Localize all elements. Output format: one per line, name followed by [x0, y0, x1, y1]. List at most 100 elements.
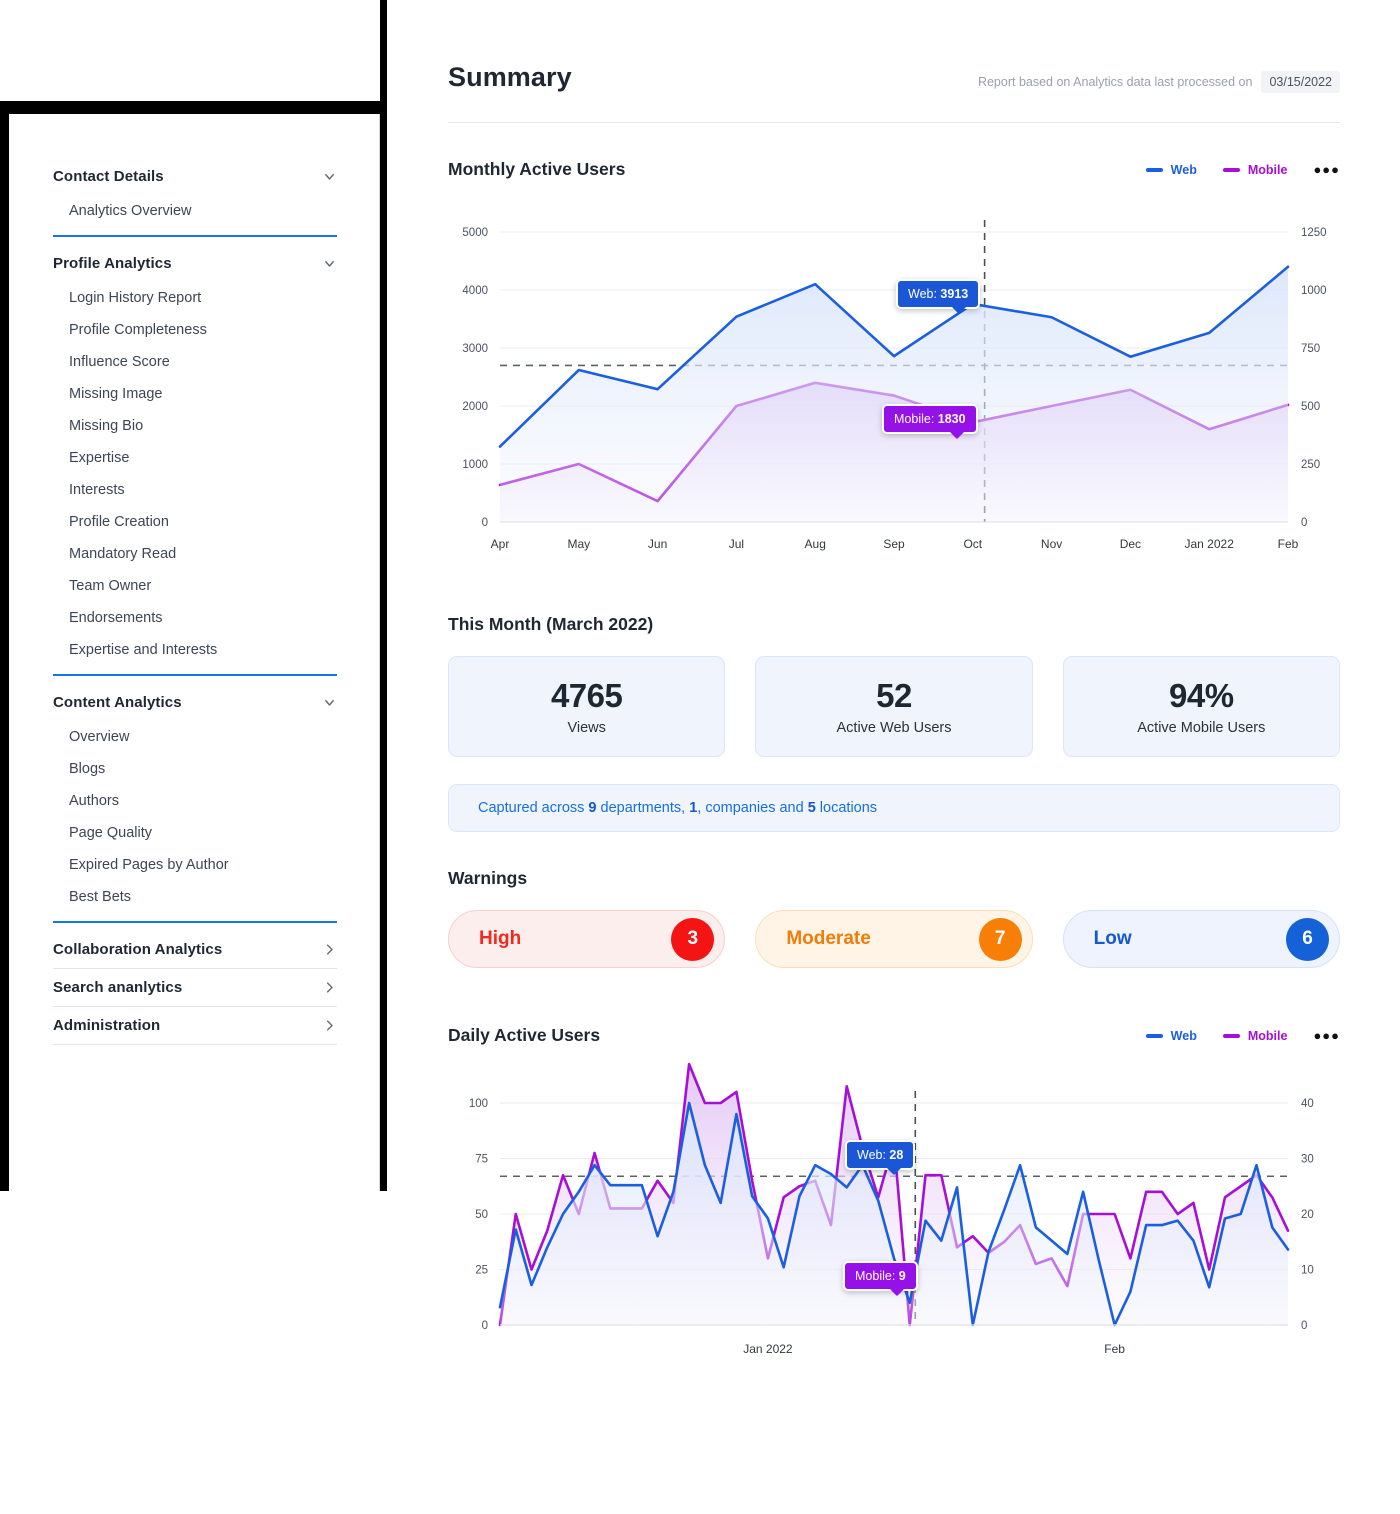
sidebar-group-label: Collaboration Analytics [53, 941, 223, 958]
sidebar-group-header-collaboration-analytics[interactable]: Collaboration Analytics [53, 931, 337, 968]
sidebar-item-login-history-report[interactable]: Login History Report [53, 282, 337, 314]
legend-item-mobile-daily[interactable]: Mobile [1222, 1029, 1287, 1043]
chevron-down-icon[interactable] [322, 695, 337, 710]
monthly-active-users-chart[interactable]: 0 1000 2000 3000 4000 5000 0 250 500 750 1000 1250 A… [448, 194, 1340, 584]
sidebar-item-interests[interactable]: Interests [53, 474, 337, 506]
svg-text:75: 75 [475, 1154, 488, 1166]
sidebar-group-accent-divider [53, 674, 337, 676]
capture-summary-bar: Captured across 9 departments, 1, compan… [448, 784, 1340, 832]
sidebar-group-header-administration[interactable]: Administration [53, 1007, 337, 1044]
legend-swatch-mobile-icon [1222, 1033, 1240, 1038]
sidebar-item-blogs[interactable]: Blogs [53, 753, 337, 785]
sidebar-item-profile-creation[interactable]: Profile Creation [53, 506, 337, 538]
sidebar-item-endorsements[interactable]: Endorsements [53, 602, 337, 634]
sidebar-item-best-bets[interactable]: Best Bets [53, 881, 337, 913]
svg-text:Apr: Apr [491, 537, 510, 551]
svg-text:250: 250 [1301, 459, 1320, 471]
legend-item-web-daily[interactable]: Web [1145, 1029, 1197, 1043]
sidebar-item-overview[interactable]: Overview [53, 721, 337, 753]
chevron-right-icon[interactable] [322, 980, 337, 995]
svg-text:Nov: Nov [1041, 537, 1062, 551]
tooltip-prefix: Mobile: [894, 412, 938, 426]
chevron-down-icon[interactable] [322, 256, 337, 271]
capture-departments-count: 9 [588, 800, 597, 816]
chevron-right-icon[interactable] [322, 942, 337, 957]
svg-text:10: 10 [1301, 1265, 1314, 1277]
warning-pill-low[interactable]: Low 6 [1062, 910, 1340, 968]
stat-value: 94% [1169, 677, 1234, 714]
page-title: Summary [448, 62, 572, 92]
svg-text:2000: 2000 [462, 401, 488, 413]
sidebar-group-accent-divider [53, 921, 337, 923]
svg-text:May: May [567, 537, 590, 551]
stat-label: Active Web Users [836, 720, 952, 736]
sidebar-item-expertise[interactable]: Expertise [53, 442, 337, 474]
svg-text:40: 40 [1301, 1098, 1314, 1110]
sidebar-item-mandatory-read[interactable]: Mandatory Read [53, 538, 337, 570]
stat-card-active-web-users: 52 Active Web Users [755, 656, 1033, 757]
sidebar-group-header-profile-analytics[interactable]: Profile Analytics [53, 245, 337, 282]
svg-text:Aug: Aug [805, 537, 826, 551]
svg-text:Jun: Jun [648, 537, 667, 551]
more-horizontal-icon[interactable]: ●●● [1313, 1029, 1340, 1042]
sidebar-item-page-quality[interactable]: Page Quality [53, 817, 337, 849]
tooltip-prefix: Web: [908, 287, 941, 301]
sidebar-item-expertise-and-interests[interactable]: Expertise and Interests [53, 634, 337, 666]
chevron-down-icon[interactable] [322, 169, 337, 184]
warning-count-badge: 6 [1285, 917, 1329, 961]
tooltip-web: Web: 28 [845, 1140, 916, 1176]
sidebar-item-analytics-overview[interactable]: Analytics Overview [53, 195, 337, 227]
warning-count-badge: 3 [671, 917, 715, 961]
warning-pill-high[interactable]: High 3 [448, 910, 726, 968]
svg-text:750: 750 [1301, 343, 1320, 355]
warning-pill-moderate[interactable]: Moderate 7 [755, 910, 1033, 968]
svg-text:Jul: Jul [729, 537, 744, 551]
chevron-right-icon[interactable] [322, 1018, 337, 1033]
warning-label: Low [1093, 928, 1132, 949]
sidebar-item-profile-completeness[interactable]: Profile Completeness [53, 314, 337, 346]
svg-text:50: 50 [475, 1209, 488, 1221]
sidebar-item-missing-bio[interactable]: Missing Bio [53, 410, 337, 442]
warning-label: Moderate [786, 928, 871, 949]
daily-chart-title: Daily Active Users [448, 1025, 601, 1045]
svg-text:Jan 2022: Jan 2022 [1185, 537, 1235, 551]
sidebar-item-influence-score[interactable]: Influence Score [53, 346, 337, 378]
sidebar-item-team-owner[interactable]: Team Owner [53, 570, 337, 602]
sidebar-group-search-ananlytics: Search ananlytics [53, 969, 337, 1007]
sidebar-group-content-analytics: Content Analytics Overview Blogs Authors Pag… [53, 684, 337, 923]
main-content: Summary Report based on Analytics data l… [387, 0, 1400, 1514]
svg-text:1000: 1000 [1301, 285, 1327, 297]
daily-active-users-chart[interactable]: 0 25 50 75 100 0 10 20 30 40 Jan 2022 Feb Web: 28 Mob… [448, 1058, 1340, 1403]
legend-swatch-web-icon [1145, 167, 1163, 172]
header-divider [448, 122, 1340, 123]
svg-text:25: 25 [475, 1265, 488, 1277]
this-month-stat-cards: 4765 Views 52 Active Web Users 94% Active Mob… [448, 656, 1340, 757]
svg-text:0: 0 [1301, 1320, 1307, 1332]
sidebar-group-label: Contact Details [53, 168, 164, 185]
capture-text-4: locations [815, 800, 878, 816]
monthly-chart-legend: Web Mobile ●●● [1145, 163, 1340, 177]
sidebar-group-header-content-analytics[interactable]: Content Analytics [53, 684, 337, 721]
sidebar-item-authors[interactable]: Authors [53, 785, 337, 817]
sidebar-group-header-contact-details[interactable]: Contact Details [53, 158, 337, 195]
warnings-row: High 3 Moderate 7 Low 6 [448, 910, 1340, 968]
legend-item-mobile[interactable]: Mobile [1222, 163, 1287, 177]
svg-text:Jan 2022: Jan 2022 [743, 1342, 793, 1356]
svg-text:1000: 1000 [462, 459, 488, 471]
sidebar-group-label: Administration [53, 1017, 161, 1034]
legend-item-web[interactable]: Web [1145, 163, 1197, 177]
sidebar-group-divider [53, 1044, 337, 1045]
sidebar-group-profile-analytics: Profile Analytics Login History Report Pro… [53, 245, 337, 676]
sidebar-item-expired-pages-by-author[interactable]: Expired Pages by Author [53, 849, 337, 881]
daily-chart-legend: Web Mobile ●●● [1145, 1029, 1340, 1043]
sidebar-item-missing-image[interactable]: Missing Image [53, 378, 337, 410]
sidebar-navigation[interactable]: Contact Details Analytics Overview Profile… [9, 114, 380, 1191]
frame-bottom-blank [9, 1191, 387, 1414]
app-root: Contact Details Analytics Overview Profile… [0, 0, 1400, 1514]
report-date-badge: 03/15/2022 [1261, 71, 1340, 93]
sidebar-group-label: Content Analytics [53, 694, 182, 711]
sidebar-group-header-search-ananlytics[interactable]: Search ananlytics [53, 969, 337, 1006]
more-horizontal-icon[interactable]: ●●● [1313, 163, 1340, 176]
frame-divider-horizontal [0, 101, 380, 114]
svg-text:5000: 5000 [462, 227, 488, 239]
